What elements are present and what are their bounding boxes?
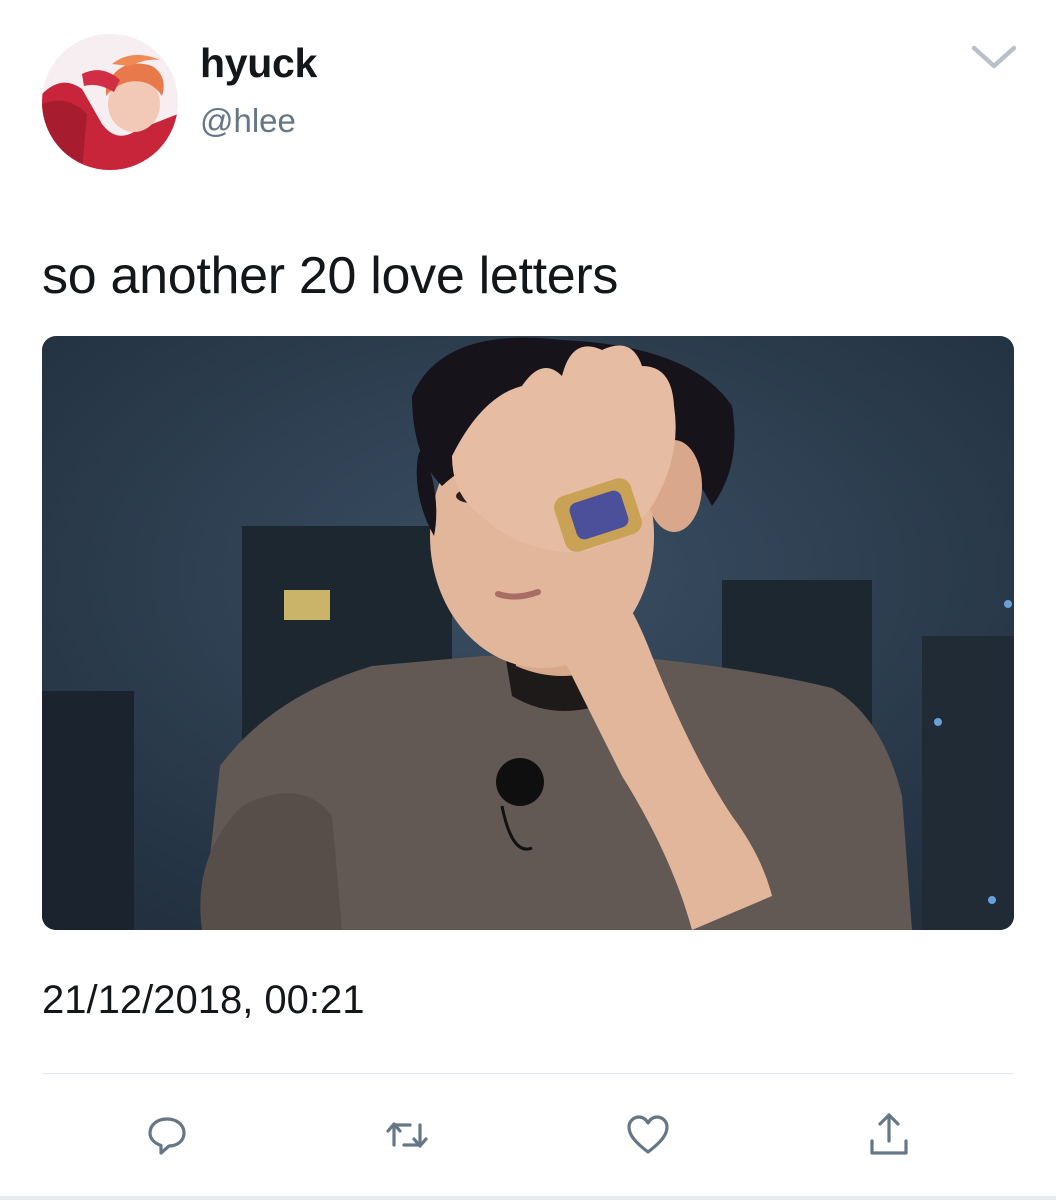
- share-upload-icon: [870, 1113, 908, 1155]
- chevron-down-icon[interactable]: [968, 38, 1020, 74]
- heart-icon: [627, 1115, 669, 1154]
- tweet-timestamp: 21/12/2018, 00:21: [42, 978, 365, 1022]
- bottom-edge: [0, 1196, 1056, 1200]
- action-bar-divider: [42, 1073, 1014, 1074]
- retweet-icon: [386, 1122, 428, 1148]
- author-display-name[interactable]: hyuck: [200, 40, 317, 87]
- tweet-text: so another 20 love letters: [42, 247, 619, 305]
- reply-bubble-icon: [148, 1117, 186, 1155]
- author-handle[interactable]: @hlee: [200, 102, 296, 140]
- like-button[interactable]: [623, 1110, 673, 1160]
- share-button[interactable]: [864, 1110, 914, 1160]
- avatar-photo: [42, 34, 178, 170]
- author-avatar[interactable]: [42, 34, 178, 170]
- tweet-media-image[interactable]: [42, 336, 1014, 930]
- retweet-button[interactable]: [382, 1110, 432, 1160]
- media-photo: [42, 336, 1014, 930]
- reply-button[interactable]: [142, 1110, 192, 1160]
